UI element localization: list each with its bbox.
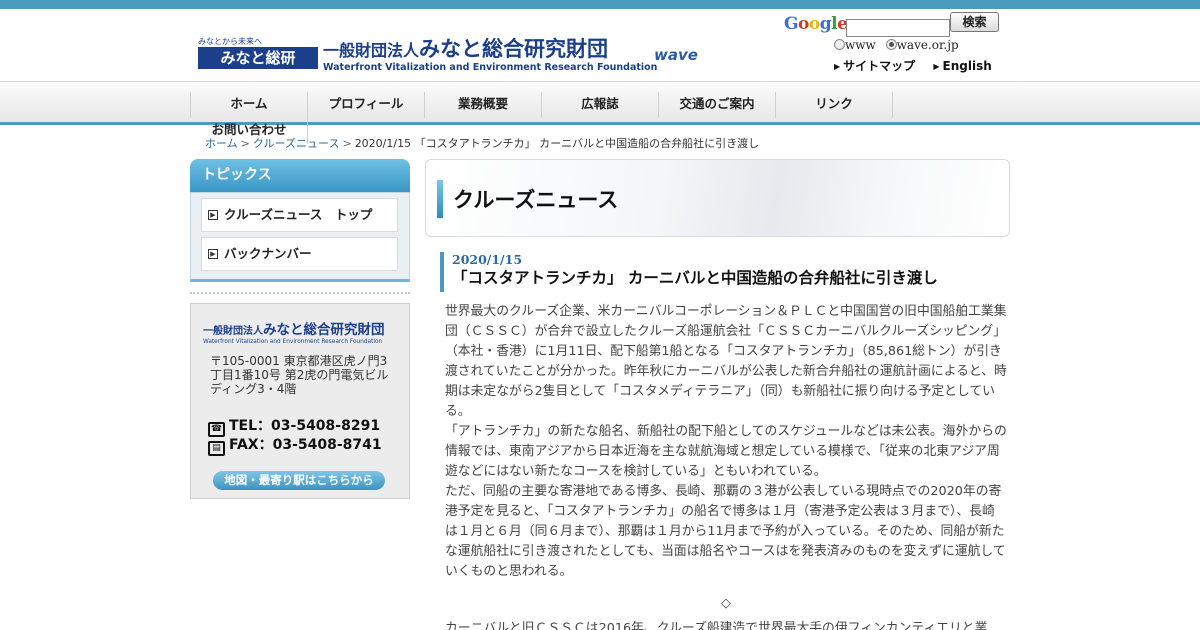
nav-item-home[interactable]: ホーム bbox=[191, 92, 308, 118]
top-links: ▶ サイトマップ ▶ English bbox=[834, 57, 992, 74]
info-org-name: 一般財団法人みなと総合研究財団 bbox=[203, 318, 385, 338]
nav-item-magazine[interactable]: 広報誌 bbox=[542, 92, 659, 118]
sidebar-item-label: クルーズニュース トップ bbox=[224, 207, 373, 222]
sidebar-item-cruise-news-top[interactable]: ▶ クルーズニュース トップ bbox=[201, 198, 398, 232]
nav-item-access[interactable]: 交通のご案内 bbox=[659, 92, 776, 118]
sitemap-link[interactable]: ▶ サイトマップ bbox=[834, 57, 915, 74]
info-fax: ▤ FAX：03-5408-8741 bbox=[208, 434, 382, 456]
sidebar-divider bbox=[190, 292, 410, 294]
article-paragraph: カーニバルと旧ＣＳＳＣは2016年、クルーズ船建造で世界最大手の伊フィンカンティ… bbox=[445, 621, 988, 630]
foundation-logo[interactable]: 一般財団法人みなと総合研究財団 Waterfront Vitalization … bbox=[323, 38, 658, 73]
breadcrumb-home[interactable]: ホーム bbox=[205, 137, 238, 150]
diamond-divider: ◇ bbox=[721, 596, 731, 611]
nav-list: ホーム プロフィール 業務概要 広報誌 交通のご案内 リンク お問い合わせ bbox=[190, 92, 1009, 144]
site-header: みなとから未来へ みなと総研 一般財団法人みなと総合研究財団 Waterfron… bbox=[0, 9, 1200, 81]
article-paragraph: ただ、同船の主要な寄港地である博多、長崎、那覇の３港が公表している現時点での20… bbox=[445, 484, 1006, 579]
info-org-prefix: 一般財団法人 bbox=[203, 326, 263, 337]
article-header: 2020/1/15 「コスタアトランチカ」 カーニバルと中国造船の合弁船社に引き… bbox=[440, 252, 1010, 292]
foundation-name: みなと総合研究財団 bbox=[419, 37, 609, 61]
article-title: 「コスタアトランチカ」 カーニバルと中国造船の合弁船社に引き渡し bbox=[452, 269, 938, 287]
tel-number: TEL：03-5408-8291 bbox=[229, 418, 381, 434]
nav-item-business[interactable]: 業務概要 bbox=[425, 92, 542, 118]
foundation-name-line: 一般財団法人みなと総合研究財団 bbox=[323, 38, 635, 62]
info-org-english: Waterfront Vitalization and Environment … bbox=[203, 339, 383, 345]
foundation-english-name: Waterfront Vitalization and Environment … bbox=[323, 62, 658, 73]
info-address: 〒105-0001 東京都港区虎ノ門3丁目1番10号 第2虎の門電気ビルディング… bbox=[210, 354, 389, 396]
radio-www-label: www bbox=[845, 38, 876, 52]
fax-icon: ▤ bbox=[208, 441, 225, 456]
fax-number: FAX：03-5408-8741 bbox=[229, 437, 382, 453]
sidebar-item-label: バックナンバー bbox=[224, 246, 312, 261]
wave-logo: wave bbox=[654, 46, 698, 64]
nav-item-links[interactable]: リンク bbox=[776, 92, 893, 118]
info-org-main: みなと総合研究財団 bbox=[263, 322, 385, 338]
breadcrumb-separator: > bbox=[240, 137, 250, 150]
radio-www[interactable] bbox=[834, 39, 845, 50]
section-title-box: クルーズニュース bbox=[425, 159, 1010, 237]
sidebar-item-backnumber[interactable]: ▶ バックナンバー bbox=[201, 237, 398, 271]
english-link[interactable]: ▶ English bbox=[933, 59, 991, 73]
triangle-right-icon: ▶ bbox=[933, 62, 940, 71]
google-logo: Google bbox=[784, 14, 848, 34]
sidebar-topics: ▶ クルーズニュース トップ ▶ バックナンバー bbox=[190, 192, 410, 282]
radio-wave-label: wave.or.jp bbox=[896, 38, 959, 52]
sitemap-label: サイトマップ bbox=[843, 59, 916, 73]
foundation-prefix: 一般財団法人 bbox=[323, 41, 420, 60]
map-access-button[interactable]: 地図・最寄り駅はこちらから bbox=[213, 471, 385, 490]
breadcrumb-current: 2020/1/15 「コスタアトランチカ」 カーニバルと中国造船の合弁船社に引き… bbox=[354, 137, 760, 150]
arrow-right-icon: ▶ bbox=[208, 249, 218, 259]
main-nav: ホーム プロフィール 業務概要 広報誌 交通のご案内 リンク お問い合わせ bbox=[0, 81, 1200, 144]
search-scope-options: www wave.or.jp bbox=[834, 38, 959, 52]
search-input[interactable] bbox=[846, 19, 950, 37]
search-button[interactable]: 検索 bbox=[950, 12, 999, 32]
radio-wave-or-jp[interactable] bbox=[885, 39, 897, 50]
sidebar-heading: トピックス bbox=[190, 159, 410, 192]
contact-info-box: 一般財団法人みなと総合研究財団 Waterfront Vitalization … bbox=[190, 303, 410, 499]
logo-tagline: みなとから未来へ bbox=[198, 37, 262, 46]
article-paragraph: 「アトランチカ」の新たな船名、新船社の配下船としてのスケジュールなどは未公表。海… bbox=[445, 424, 1007, 479]
triangle-right-icon: ▶ bbox=[834, 62, 841, 71]
top-accent-bar bbox=[0, 0, 1200, 9]
arrow-right-icon: ▶ bbox=[208, 210, 218, 220]
breadcrumb-section[interactable]: クルーズニュース bbox=[253, 137, 340, 150]
minato-soken-logo[interactable]: みなとから未来へ みなと総研 bbox=[198, 37, 318, 70]
nav-item-profile[interactable]: プロフィール bbox=[308, 92, 425, 118]
logo-small-text: みなと総研 bbox=[198, 47, 318, 69]
article-date: 2020/1/15 bbox=[452, 252, 523, 267]
article-body: 世界最大のクルーズ企業、米カーニバルコーポレーション＆ＰＬＣと中国国営の旧中国船… bbox=[445, 302, 1007, 630]
english-label: English bbox=[942, 59, 992, 73]
breadcrumb-separator: > bbox=[342, 137, 352, 150]
section-title: クルーズニュース bbox=[453, 188, 619, 212]
title-accent-bar bbox=[437, 180, 443, 218]
breadcrumb: ホーム > クルーズニュース >2020/1/15 「コスタアトランチカ」 カーニバル… bbox=[205, 135, 759, 151]
article-paragraph: 世界最大のクルーズ企業、米カーニバルコーポレーション＆ＰＬＣと中国国営の旧中国船… bbox=[445, 304, 1007, 419]
